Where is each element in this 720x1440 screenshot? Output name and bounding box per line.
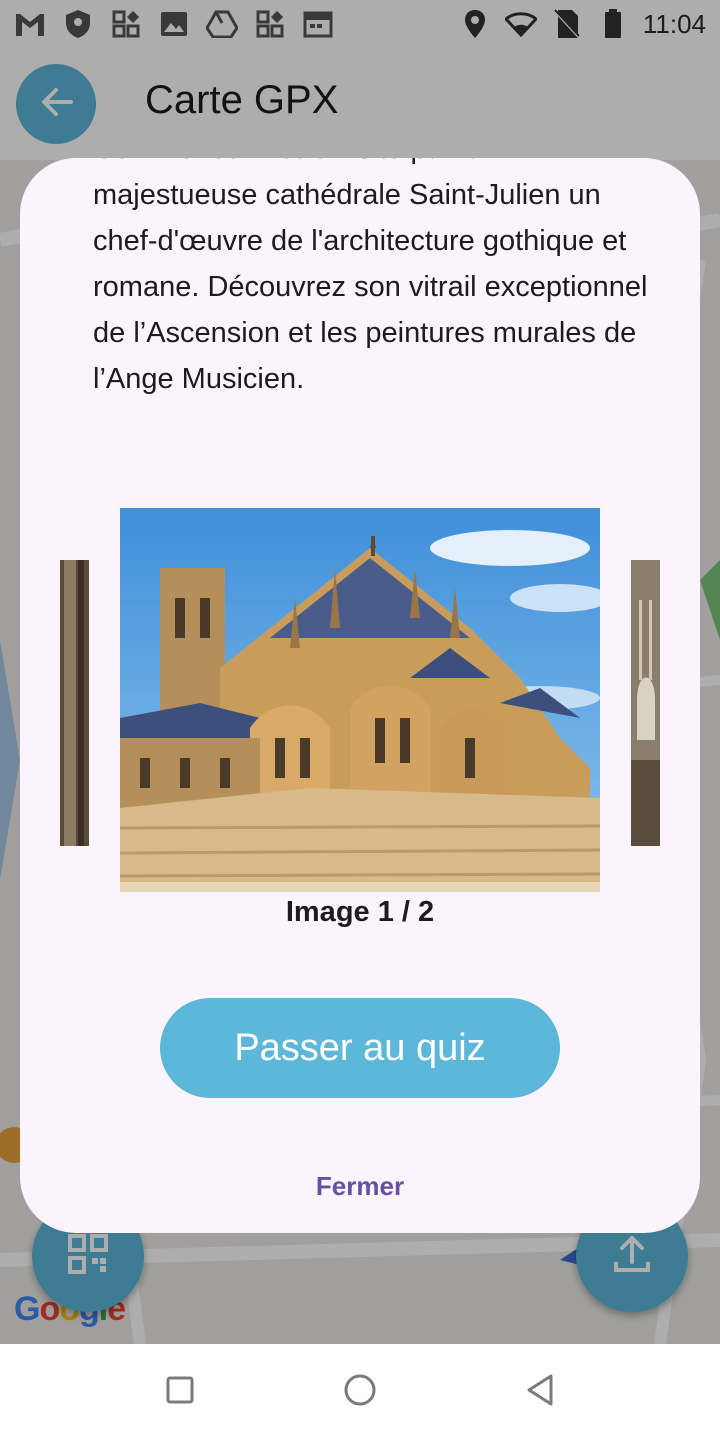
carousel-slide-previous[interactable] (60, 560, 89, 846)
image-counter: Image 1 / 2 (285, 896, 435, 928)
cathedral-photo (120, 508, 600, 892)
back-triangle-icon (525, 1373, 555, 1412)
system-back-button[interactable] (520, 1372, 560, 1412)
recents-button[interactable] (160, 1372, 200, 1412)
home-circle-icon (343, 1373, 377, 1412)
poi-dialog: Commencez votre visite par la majestueus… (20, 158, 700, 1233)
image-carousel[interactable] (20, 508, 700, 893)
home-button[interactable] (340, 1372, 380, 1412)
system-nav-bar (0, 1344, 720, 1440)
recents-square-icon (166, 1376, 194, 1409)
start-quiz-button[interactable]: Passer au quiz (160, 998, 560, 1098)
carousel-slide-current[interactable] (120, 508, 600, 892)
close-dialog-button[interactable]: Fermer (260, 1158, 460, 1214)
poi-description: Commencez votre visite par la majestueus… (93, 158, 648, 395)
carousel-slide-next[interactable] (631, 560, 660, 846)
